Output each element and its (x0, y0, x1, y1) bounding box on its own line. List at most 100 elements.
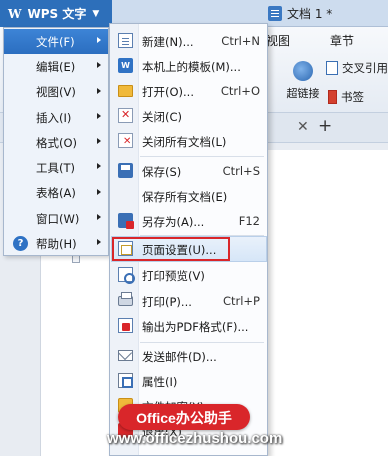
cross-reference-button[interactable]: 交叉引用 (326, 60, 388, 76)
document-icon (268, 6, 282, 21)
chevron-down-icon: ▼ (92, 8, 100, 19)
menu-item-export-pdf[interactable]: 输出为PDF格式(F)... (112, 314, 266, 338)
menu-separator (140, 156, 264, 157)
submenu-arrow-icon (97, 188, 101, 195)
menu-item-label: 文件(F) (36, 34, 75, 49)
menu-item-label: 保存所有文档(E) (142, 190, 228, 204)
menu-item-save-all[interactable]: 保存所有文档(E) (112, 184, 266, 208)
shortcut-label: Ctrl+S (222, 164, 260, 178)
cross-reference-icon (326, 61, 338, 75)
menu-item-help[interactable]: ? 帮助(H) (4, 231, 108, 256)
menu-item-label: 编辑(E) (36, 59, 76, 74)
document-title: 文档 1 * (268, 5, 332, 22)
menu-item-window[interactable]: 窗口(W) (4, 206, 108, 231)
save-icon (118, 163, 133, 178)
menu-item-view[interactable]: 视图(V) (4, 80, 108, 105)
menu-item-label: 关闭所有文档(L) (142, 135, 227, 149)
menu-item-insert[interactable]: 插入(I) (4, 105, 108, 130)
page-setup-icon (118, 241, 133, 256)
menu-item-label: 本机上的模板(M)... (142, 60, 241, 74)
bookmark-button[interactable]: 书签 (328, 89, 364, 105)
menu-item-label: 工具(T) (36, 161, 75, 176)
template-icon: W (118, 58, 133, 73)
menu-item-print-preview[interactable]: 打印预览(V) (112, 263, 266, 287)
shortcut-label: F12 (238, 214, 260, 228)
document-title-text: 文档 1 * (287, 7, 333, 21)
menu-item-label: 格式(O) (36, 135, 78, 150)
menu-item-label: 窗口(W) (36, 211, 80, 226)
submenu-arrow-icon (97, 62, 101, 69)
ribbon-tabs: 视图 章节 (260, 30, 360, 51)
menu-item-close-all[interactable]: 关闭所有文档(L) (112, 129, 266, 153)
menu-item-label: 页面设置(U)... (142, 243, 217, 257)
menu-item-label: 打开(O)... (142, 85, 194, 99)
shortcut-label: Ctrl+N (221, 34, 260, 48)
globe-link-icon (293, 61, 313, 81)
bookmark-icon (328, 90, 337, 104)
submenu-arrow-icon (97, 87, 101, 94)
close-tab-icon[interactable]: ✕ (297, 119, 309, 135)
save-as-icon (118, 213, 134, 229)
menu-item-label: 视图(V) (36, 85, 76, 100)
menu-item-send-mail[interactable]: 发送邮件(D)... (112, 344, 266, 368)
menu-item-label: 属性(I) (142, 375, 178, 389)
submenu-arrow-icon (97, 163, 101, 170)
menu-item-label: 发送邮件(D)... (142, 350, 217, 364)
folder-open-icon (118, 85, 133, 97)
help-icon: ? (13, 236, 28, 252)
menu-item-label: 表格(A) (36, 186, 76, 201)
shortcut-label: Ctrl+O (220, 84, 260, 98)
menu-item-edit[interactable]: 编辑(E) (4, 54, 108, 79)
menu-item-page-setup[interactable]: 页面设置(U)... (112, 237, 230, 261)
menu-item-label: 打印(P)... (142, 295, 192, 309)
menu-item-label: 打印预览(V) (142, 269, 205, 283)
file-submenu: 新建(N)... Ctrl+N W 本机上的模板(M)... 打开(O)... … (109, 23, 268, 456)
shortcut-label: Ctrl+P (222, 294, 260, 308)
menu-item-label: 关闭(C) (142, 110, 183, 124)
hyperlink-label: 超链接 (286, 87, 320, 100)
menu-item-open[interactable]: 打开(O)... Ctrl+O (112, 79, 266, 103)
print-icon (118, 292, 133, 306)
menu-item-new[interactable]: 新建(N)... Ctrl+N (112, 29, 266, 53)
mail-icon (118, 350, 133, 361)
menu-item-label: 帮助(H) (36, 237, 77, 252)
print-preview-icon (118, 267, 135, 284)
submenu-arrow-icon (97, 138, 101, 145)
submenu-arrow-icon (97, 37, 101, 43)
submenu-arrow-icon (97, 214, 101, 221)
close-document-icon (118, 108, 133, 123)
hyperlink-button[interactable]: 超链接 (283, 61, 323, 101)
menu-item-table[interactable]: 表格(A) (4, 181, 108, 206)
wps-logo-icon: W (8, 6, 22, 21)
pdf-icon (118, 318, 133, 333)
menu-item-label: 新建(N)... (142, 35, 194, 49)
submenu-arrow-icon (97, 112, 101, 119)
menu-item-label: 保存(S) (142, 165, 182, 179)
wps-app-menu-button[interactable]: W WPS 文字 ▼ (0, 0, 112, 27)
menu-separator (140, 342, 264, 343)
properties-icon (118, 373, 133, 388)
menu-item-page-setup-row[interactable]: 页面设置(U)... (111, 236, 267, 262)
new-tab-icon[interactable]: + (318, 116, 332, 136)
menu-item-file[interactable]: 文件(F) (4, 29, 108, 55)
menu-item-print[interactable]: 打印(P)... Ctrl+P (112, 289, 266, 313)
menu-item-label: 另存为(A)... (142, 215, 205, 229)
cross-reference-label: 交叉引用 (342, 61, 388, 75)
menu-item-format[interactable]: 格式(O) (4, 130, 108, 155)
menu-separator (140, 235, 264, 236)
menu-item-tools[interactable]: 工具(T) (4, 155, 108, 180)
menu-item-label: 输出为PDF格式(F)... (142, 320, 249, 334)
menu-item-close[interactable]: 关闭(C) (112, 104, 266, 128)
watermark-url: www.officezhushou.com (107, 430, 283, 447)
wps-main-menu: 文件(F) 编辑(E) 视图(V) 插入(I) 格式(O) 工具(T) 表格(A… (3, 27, 109, 256)
menu-item-local-templates[interactable]: W 本机上的模板(M)... (112, 54, 266, 78)
new-document-icon (118, 33, 133, 48)
menu-item-save[interactable]: 保存(S) Ctrl+S (112, 159, 266, 183)
tab-chapter[interactable]: 章节 (324, 30, 360, 51)
close-all-icon (118, 133, 133, 148)
menu-item-properties[interactable]: 属性(I) (112, 369, 266, 393)
bookmark-label: 书签 (341, 90, 364, 104)
watermark-badge-text: Office办公助手 (136, 410, 232, 426)
menu-item-save-as[interactable]: 另存为(A)... F12 (112, 209, 266, 233)
watermark-badge: Office办公助手 (118, 404, 250, 430)
